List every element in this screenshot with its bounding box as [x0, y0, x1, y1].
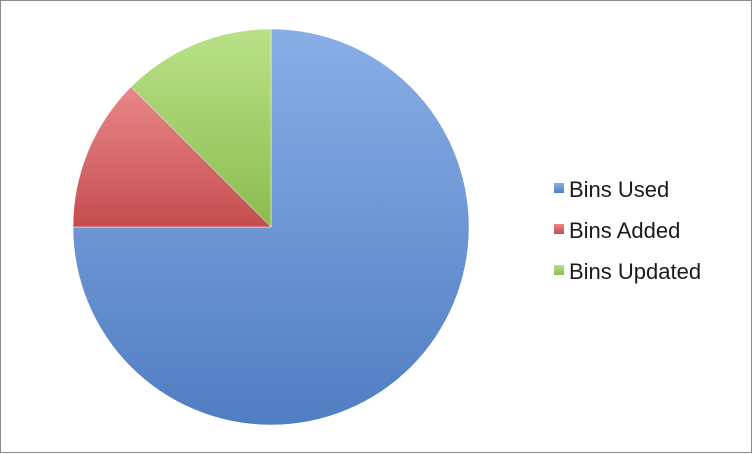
legend-swatch-bins-used — [554, 183, 564, 193]
chart-frame: Bins Used Bins Added Bins Updated — [0, 0, 752, 453]
legend: Bins Used Bins Added Bins Updated — [554, 177, 701, 284]
legend-label-bins-updated: Bins Updated — [569, 259, 701, 284]
legend-swatch-bins-added — [554, 224, 564, 234]
legend-swatch-bins-updated — [554, 265, 564, 275]
legend-label-bins-used: Bins Used — [569, 177, 669, 202]
pie-chart: Bins Used Bins Added Bins Updated — [72, 28, 701, 426]
legend-label-bins-added: Bins Added — [569, 218, 680, 243]
pie-slices — [72, 28, 470, 426]
